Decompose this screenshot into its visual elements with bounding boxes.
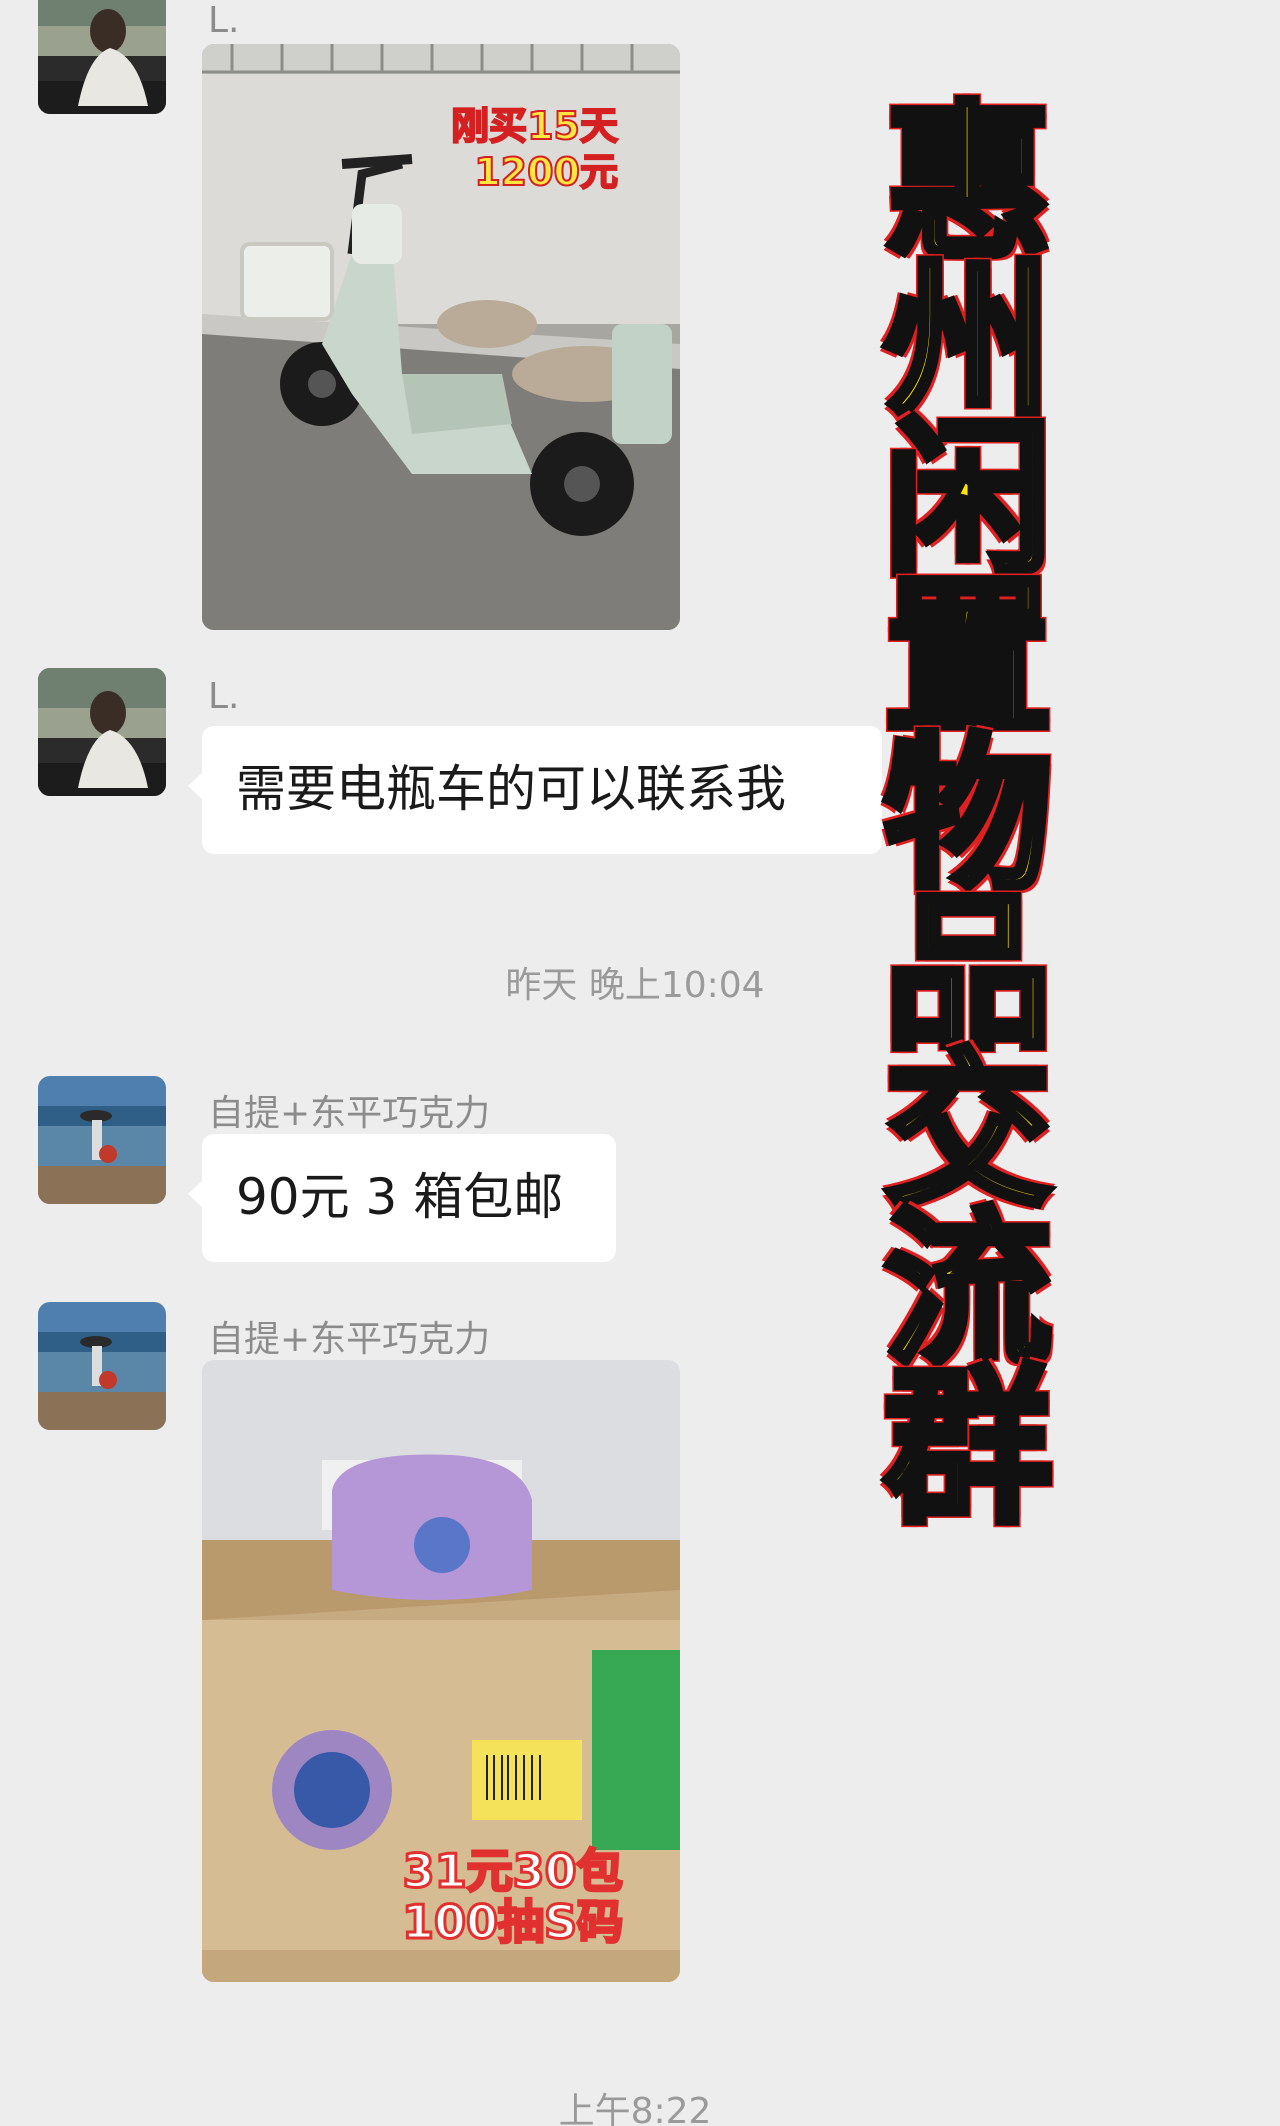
tissue-photo[interactable]: 31元30包 100抽S码 [202, 1360, 680, 1982]
sender-name: 自提+东平巧克力 [208, 1093, 491, 1134]
overlay-line: 100抽S码 [400, 1894, 624, 1949]
avatar-image [38, 668, 166, 796]
banner-char: 州 [881, 244, 1056, 440]
banner-char: 品 [881, 876, 1056, 1072]
banner-char: 交 [881, 1034, 1056, 1230]
scooter-price-overlay: 刚买15天 1200元 [450, 103, 619, 195]
avatar-image [38, 0, 166, 114]
avatar-image [38, 1076, 166, 1204]
avatar[interactable] [38, 1302, 166, 1430]
avatar-image [38, 1302, 166, 1430]
message-bubble[interactable]: 需要电瓶车的可以联系我 [188, 726, 882, 854]
sender-name: L. [208, 676, 240, 717]
overlay-line: 31元30包 [401, 1844, 624, 1898]
sender-name: 自提+东平巧克力 [208, 1319, 491, 1360]
overlay-line: 刚买15天 [450, 103, 619, 149]
avatar[interactable] [38, 0, 166, 114]
overlay-line: 1200元 [473, 149, 619, 195]
banner-char: 惠 [881, 86, 1056, 282]
banner-char: 闲 [881, 402, 1056, 598]
tissue-price-overlay: 31元30包 100抽S码 [400, 1844, 624, 1949]
avatar[interactable] [38, 1076, 166, 1204]
banner-char: 置 [881, 560, 1056, 756]
timestamp: 上午8:22 [558, 2091, 712, 2126]
message-bubble[interactable]: 90元 3 箱包邮 [188, 1134, 616, 1262]
group-title-banner: 惠 州 闲 置 物 品 交 流 群 [868, 86, 1068, 1546]
sender-name: L. [208, 0, 240, 41]
banner-char: 物 [881, 718, 1056, 914]
banner-char: 流 [881, 1192, 1056, 1388]
banner-char: 群 [881, 1350, 1056, 1546]
timestamp: 昨天 晚上10:04 [505, 965, 765, 1006]
scooter-photo[interactable]: 刚买15天 1200元 [202, 44, 680, 630]
avatar[interactable] [38, 668, 166, 796]
